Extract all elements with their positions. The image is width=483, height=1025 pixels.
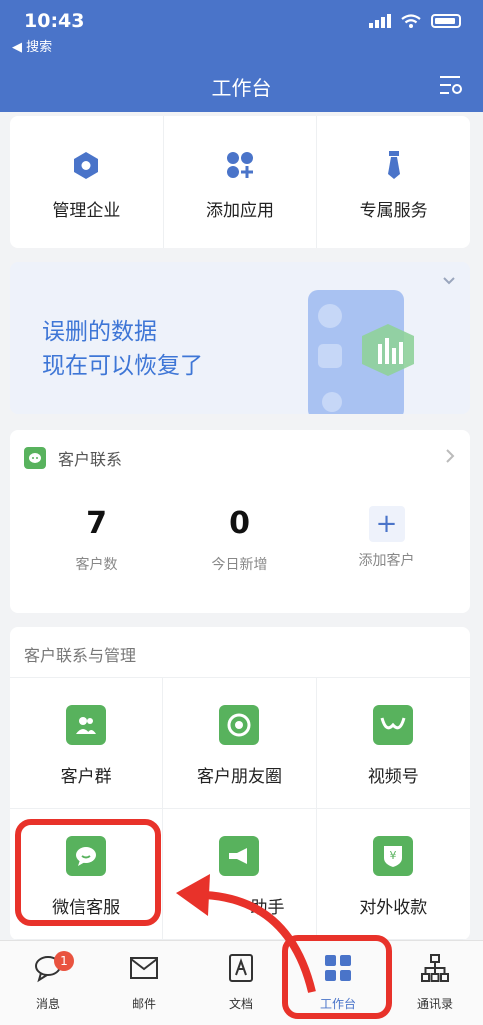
grid-item-label: 客户朋友圈 [196,767,282,787]
app-header: 10:43 ◀ 搜索 工作台 [0,0,483,112]
tab-contacts[interactable]: 通讯录 [387,941,483,1025]
customer-group-button[interactable]: 客户群 [10,678,164,809]
page-title: 工作台 [211,76,272,100]
customer-count-stat[interactable]: 7 客户数 [20,506,173,574]
marketing-assistant-button[interactable]: 助手 [163,809,317,940]
add-customer-button[interactable]: + 添加客户 [310,506,463,570]
megaphone-icon [219,836,260,876]
quick-actions: 管理企业 添加应用 专属服务 [10,116,470,248]
customer-count-label: 客户数 [75,557,118,573]
back-to-search-link[interactable]: ◀ 搜索 [12,36,52,55]
add-customer-label: 添加客户 [358,553,415,569]
unread-badge: 1 [54,951,74,971]
section-title: 客户联系与管理 [24,646,137,665]
highlight-workbench-tab [282,935,392,1019]
signal-icon [369,14,391,28]
grid-item-label: 助手 [250,898,285,918]
banner-line-2: 现在可以恢复了 [42,353,203,379]
customer-count-value: 7 [86,506,107,541]
tab-label: 通讯录 [416,997,453,1011]
hexagon-icon [74,152,99,179]
yen-shield-icon: ¥ [373,836,414,876]
document-icon [229,954,253,982]
settings-icon[interactable] [439,74,463,96]
customer-moments-button[interactable]: 客户朋友圈 [163,678,317,809]
manage-enterprise-button[interactable]: 管理企业 [10,116,164,248]
group-icon [66,705,107,745]
tab-label: 文档 [228,997,253,1011]
grid-item-label: 对外收款 [359,898,428,918]
svg-text:¥: ¥ [390,849,397,862]
customer-contact-title: 客户联系 [58,450,123,469]
external-payment-button[interactable]: ¥ 对外收款 [316,809,470,940]
today-new-label: 今日新增 [211,557,268,573]
add-app-button[interactable]: 添加应用 [164,116,318,248]
tab-label: 消息 [35,997,60,1011]
quick-action-label: 专属服务 [359,201,428,221]
contacts-icon [421,954,449,982]
grid-item-label: 客户群 [60,767,112,787]
quick-action-label: 管理企业 [52,201,121,221]
tab-messages[interactable]: 1 消息 [0,941,96,1025]
highlight-wechat-service [15,819,161,926]
promo-banner[interactable]: 误删的数据 现在可以恢复了 [10,262,470,414]
tab-label: 邮件 [131,997,156,1011]
banner-line-1: 误删的数据 [42,319,157,345]
channels-button[interactable]: 视频号 [316,678,470,809]
exclusive-service-button[interactable]: 专属服务 [317,116,470,248]
tab-docs[interactable]: 文档 [193,941,289,1025]
today-new-stat[interactable]: 0 今日新增 [163,506,316,574]
moments-icon [219,705,260,745]
plus-icon: + [368,506,405,542]
quick-action-label: 添加应用 [206,201,274,221]
status-icons [369,14,461,28]
phone-illustration [308,290,414,414]
customer-contact-card: 客户联系 7 客户数 0 今日新增 + 添加客户 [10,430,470,613]
customer-contact-header[interactable]: 客户联系 [24,446,122,470]
tab-mail[interactable]: 邮件 [96,941,192,1025]
status-time: 10:43 [24,10,85,32]
wifi-icon [401,14,421,28]
today-new-value: 0 [229,506,250,541]
battery-icon [431,14,461,28]
wechat-chat-icon [24,447,46,469]
bottom-tab-bar: 1 消息 邮件 文档 工作台 通讯录 [0,940,483,1025]
mail-icon [130,957,158,979]
channels-icon [373,705,414,745]
tie-icon [387,151,400,179]
add-apps-icon [227,152,253,178]
chevron-right-icon[interactable] [444,448,456,464]
grid-item-label: 视频号 [367,767,419,787]
